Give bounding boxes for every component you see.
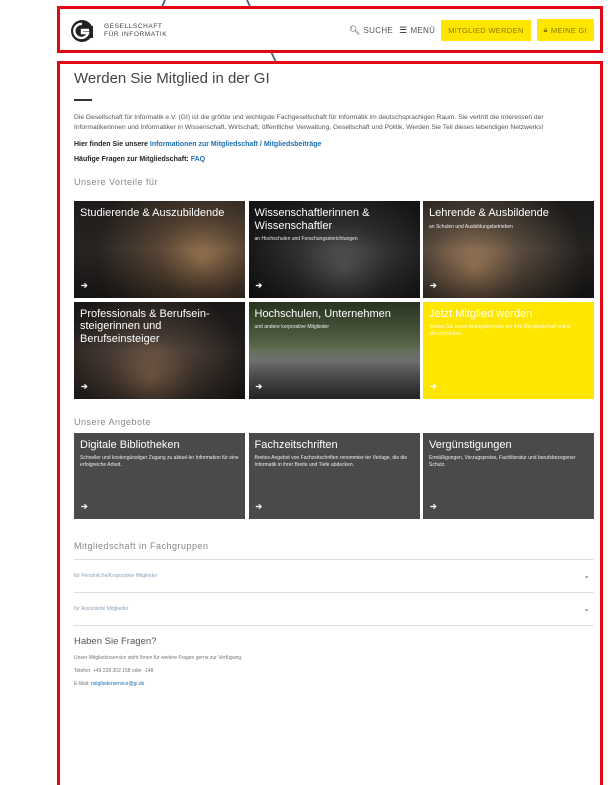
arrow-icon: ➔ <box>430 381 437 391</box>
tile-digital-library[interactable]: Digitale Bibliotheken Schneller und kost… <box>74 432 245 519</box>
tile-professionals[interactable]: Professionals & Berufsein-steigerinnen u… <box>74 301 245 399</box>
contact-phone: Telefon: +49 228 302 158 oder -148 <box>74 667 154 674</box>
search-icon: 🔍︎ <box>348 24 361 35</box>
benefits-heading: Unsere Vorteile für <box>74 177 159 187</box>
contact-title: Haben Sie Fragen? <box>74 635 157 647</box>
contact-email-link[interactable]: mitgliederservice@gi.de <box>91 681 144 687</box>
contact-section: Haben Sie Fragen? Unser Mitgliederservic… <box>74 636 594 691</box>
gi-logo[interactable]: GESELLSCHAFT FÜR INFORMATIK <box>70 19 167 43</box>
faq-line: Häufige Fragen zur Mitgliedschaft: FAQ <box>74 156 206 163</box>
arrow-icon: ➔ <box>255 381 263 391</box>
tile-wissenschaftler[interactable]: Wissenschaftlerinnen & Wissenschaftler a… <box>248 201 420 298</box>
groups-accordion: für Persönliche/Korporative Mitglieder ⌄… <box>74 558 594 626</box>
search-link[interactable]: 🔍︎ SUCHE <box>349 25 393 36</box>
logo-text: GESELLSCHAFT FÜR INFORMATIK <box>104 23 168 38</box>
hamburger-icon: ☰ <box>399 24 408 35</box>
tile-journals[interactable]: Fachzeitschriften Breites Angebot von Fa… <box>248 432 420 519</box>
main-content: Werden Sie Mitglied in der GI Die Gesell… <box>57 61 603 785</box>
accordion-item-personal[interactable]: für Persönliche/Korporative Mitglieder ⌄ <box>74 560 594 593</box>
my-gi-button[interactable]: 🔒︎ MEINE GI <box>536 19 594 41</box>
offers-heading: Unsere Angebote <box>74 416 152 427</box>
arrow-icon: ➔ <box>81 381 88 391</box>
tile-lehrende[interactable]: Lehrende & Ausbildende an Schulen und Au… <box>423 201 594 298</box>
arrow-icon: ➔ <box>430 501 437 511</box>
tile-studierende[interactable]: Studierende & Auszubildende ➔ <box>74 201 245 298</box>
chevron-down-icon: ⌄ <box>583 571 590 580</box>
info-line: Hier finden Sie unsere Informationen zur… <box>74 141 322 148</box>
join-button[interactable]: MITGLIED WERDEN <box>441 19 531 41</box>
intro-text: Die Gesellschaft für Informatik e.V. (GI… <box>74 114 544 131</box>
benefits-grid: Studierende & Auszubildende ➔ Wissenscha… <box>74 201 594 399</box>
groups-heading: Mitgliedschaft in Fachgruppen <box>74 540 209 551</box>
accordion-item-associated[interactable]: für Assoziierte Mitglieder ⌄ <box>74 593 594 626</box>
arrow-icon: ➔ <box>255 281 263 290</box>
tile-join-now[interactable]: Jetzt Mitglied werden Nutzen Sie unser A… <box>423 301 594 399</box>
lock-icon: 🔒︎ <box>543 25 548 34</box>
chevron-down-icon: ⌄ <box>583 604 590 613</box>
title-divider <box>74 99 92 101</box>
header-nav: 🔍︎ SUCHE ☰ MENÜ MITGLIED WERDEN 🔒︎ MEINE… <box>349 19 594 41</box>
contact-email-line: E-Mail: mitgliederservice@gi.de <box>74 680 145 687</box>
faq-link[interactable]: FAQ <box>191 156 205 163</box>
contact-text: Unser Mitgliederservice steht Ihnen für … <box>74 654 243 661</box>
tile-hochschulen[interactable]: Hochschulen, Unternehmen und andere korp… <box>248 301 420 399</box>
arrow-icon: ➔ <box>430 281 437 290</box>
site-header: GESELLSCHAFT FÜR INFORMATIK 🔍︎ SUCHE ☰ M… <box>57 6 603 53</box>
tile-discounts[interactable]: Vergünstigungen Ermäßigungen, Vorzugspre… <box>423 432 594 519</box>
arrow-icon: ➔ <box>81 281 88 290</box>
page-title: Werden Sie Mitglied in der GI <box>74 70 270 87</box>
membership-info-link[interactable]: Informationen zur Mitgliedschaft / Mitgl… <box>150 141 322 148</box>
arrow-icon: ➔ <box>255 501 263 511</box>
gi-logo-icon <box>71 20 93 42</box>
arrow-icon: ➔ <box>81 501 88 511</box>
menu-link[interactable]: ☰ MENÜ <box>399 25 435 36</box>
offers-grid: Digitale Bibliotheken Schneller und kost… <box>74 432 594 519</box>
